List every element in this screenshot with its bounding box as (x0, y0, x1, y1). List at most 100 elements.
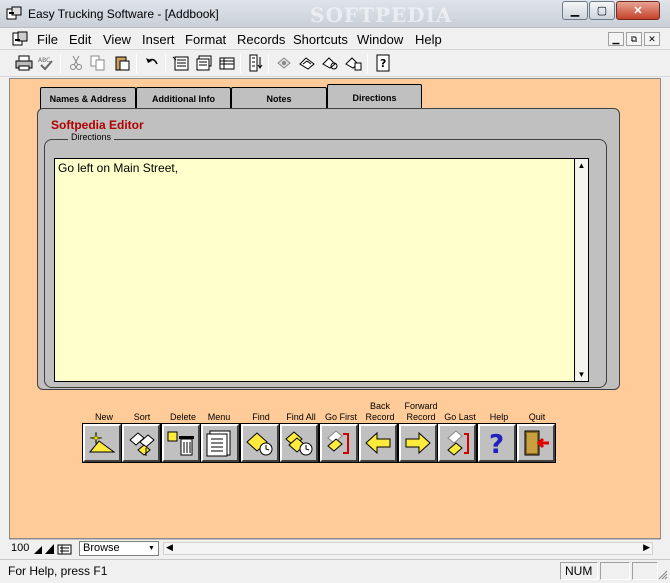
status-help-text: For Help, press F1 (8, 564, 108, 578)
maximize-button[interactable]: ▢ (589, 1, 615, 20)
menu-insert[interactable]: Insert (142, 32, 175, 47)
status-pane-empty (600, 562, 630, 580)
quit-label: Quit (528, 412, 546, 422)
quit-button[interactable] (516, 423, 556, 463)
sort-button[interactable] (121, 423, 161, 463)
find-icon (246, 432, 273, 456)
editor-title: Softpedia Editor (51, 118, 144, 132)
go-last-button[interactable] (437, 423, 477, 463)
browse-mode-icon[interactable] (297, 53, 317, 73)
back-arrow-icon (365, 431, 391, 455)
form-view-icon[interactable] (171, 53, 191, 73)
horizontal-scrollbar[interactable]: ◀ ▶ (163, 542, 653, 555)
tab-names-address[interactable]: Names & Address (40, 87, 136, 109)
navigation-bar: 100 Browse ▼ ◀ ▶ (9, 539, 661, 556)
scroll-up-arrow[interactable]: ▲ (576, 160, 587, 171)
help-button[interactable]: ? (477, 423, 517, 463)
window-right-edge (661, 78, 670, 539)
find-button[interactable] (240, 423, 280, 463)
mdi-minimize-button[interactable]: ▁ (608, 32, 624, 46)
mode-select-value: Browse (83, 542, 120, 554)
menu-button[interactable] (200, 423, 240, 463)
go-last-icon (447, 430, 469, 456)
menu-edit[interactable]: Edit (69, 32, 91, 47)
find-all-button[interactable] (279, 423, 319, 463)
toolbar-separator (60, 54, 61, 73)
forward-record-label: Forward Record (404, 401, 438, 422)
cut-icon[interactable] (66, 53, 86, 73)
context-help-icon[interactable]: ? (373, 53, 393, 73)
toolbar-separator (268, 54, 269, 73)
directions-text-area[interactable]: Go left on Main Street, (54, 158, 575, 382)
forward-record-button[interactable] (398, 423, 438, 463)
delete-label: Delete (169, 412, 196, 422)
menu-shortcuts[interactable]: Shortcuts (293, 32, 348, 47)
go-first-label: Go First (324, 412, 357, 422)
toolbar-separator (165, 54, 166, 73)
svg-text:?: ? (380, 57, 386, 70)
menu-bar: File Edit View Insert Format Records Sho… (0, 28, 670, 50)
document-icon[interactable] (12, 31, 28, 47)
tab-directions[interactable]: Directions (327, 84, 422, 110)
toolbar-separator (136, 54, 137, 73)
sort-icon (129, 432, 155, 456)
paste-icon[interactable] (112, 53, 132, 73)
scroll-down-arrow[interactable]: ▼ (576, 369, 587, 380)
menu-format[interactable]: Format (185, 32, 226, 47)
tab-additional-info[interactable]: Additional Info (136, 87, 231, 109)
chevron-down-icon[interactable]: ▼ (146, 543, 157, 554)
back-record-button[interactable] (358, 423, 398, 463)
zoom-level[interactable]: 100 (11, 542, 29, 554)
menu-file[interactable]: File (37, 32, 58, 47)
app-icon[interactable] (6, 6, 22, 22)
print-icon[interactable] (14, 53, 34, 73)
sort-label: Sort (133, 412, 151, 422)
toolbar-separator (240, 54, 241, 73)
tab-notes[interactable]: Notes (231, 87, 327, 109)
copy-icon[interactable] (88, 53, 108, 73)
layout-icon[interactable] (274, 53, 294, 73)
directions-scrollbar[interactable]: ▲ ▼ (575, 158, 589, 382)
find-label: Find (252, 412, 270, 422)
mode-select[interactable]: Browse ▼ (79, 541, 159, 556)
help-label: Help (489, 412, 509, 422)
table-view-icon[interactable] (217, 53, 237, 73)
minimize-button[interactable]: ▁ (562, 1, 588, 20)
exit-door-icon (524, 430, 549, 456)
menu-view[interactable]: View (103, 32, 131, 47)
undo-icon[interactable] (142, 53, 162, 73)
new-button[interactable] (82, 423, 122, 463)
find-all-icon (285, 431, 313, 456)
status-bar: For Help, press F1 NUM (0, 559, 670, 583)
record-form: Names & Address Additional Info Notes Di… (9, 78, 661, 539)
menu-records[interactable]: Records (237, 32, 285, 47)
scroll-right-arrow[interactable]: ▶ (643, 542, 650, 553)
mdi-restore-button[interactable]: ⧉ (626, 32, 642, 46)
scroll-left-arrow[interactable]: ◀ (166, 542, 173, 553)
status-pane-empty (632, 562, 658, 580)
zoom-controls-icon[interactable] (33, 543, 77, 555)
menu-window[interactable]: Window (357, 32, 403, 47)
sort-records-icon[interactable] (246, 53, 266, 73)
preview-mode-icon[interactable] (343, 53, 363, 73)
window-title: Easy Trucking Software - [Addbook] (28, 7, 219, 21)
mdi-close-button[interactable]: ✕ (644, 32, 660, 46)
delete-button[interactable] (161, 423, 201, 463)
num-lock-indicator: NUM (560, 562, 598, 580)
toolbar: ABC ? (0, 50, 670, 77)
list-view-icon[interactable] (194, 53, 214, 73)
spellcheck-icon[interactable]: ABC (36, 53, 56, 73)
menu-icon (206, 430, 231, 457)
go-first-button[interactable] (319, 423, 359, 463)
back-record-label: Back Record (365, 401, 395, 422)
title-bar[interactable]: Easy Trucking Software - [Addbook] SOFTP… (0, 0, 670, 28)
menu-help[interactable]: Help (415, 32, 442, 47)
menu-label: Menu (207, 412, 231, 422)
forward-arrow-icon (405, 431, 431, 455)
resize-grip-icon[interactable] (658, 570, 668, 580)
toolbar-separator (367, 54, 368, 73)
new-label: New (94, 412, 113, 422)
find-mode-icon[interactable] (320, 53, 340, 73)
svg-text:ABC: ABC (38, 57, 50, 64)
close-button[interactable]: ✕ (616, 1, 660, 20)
